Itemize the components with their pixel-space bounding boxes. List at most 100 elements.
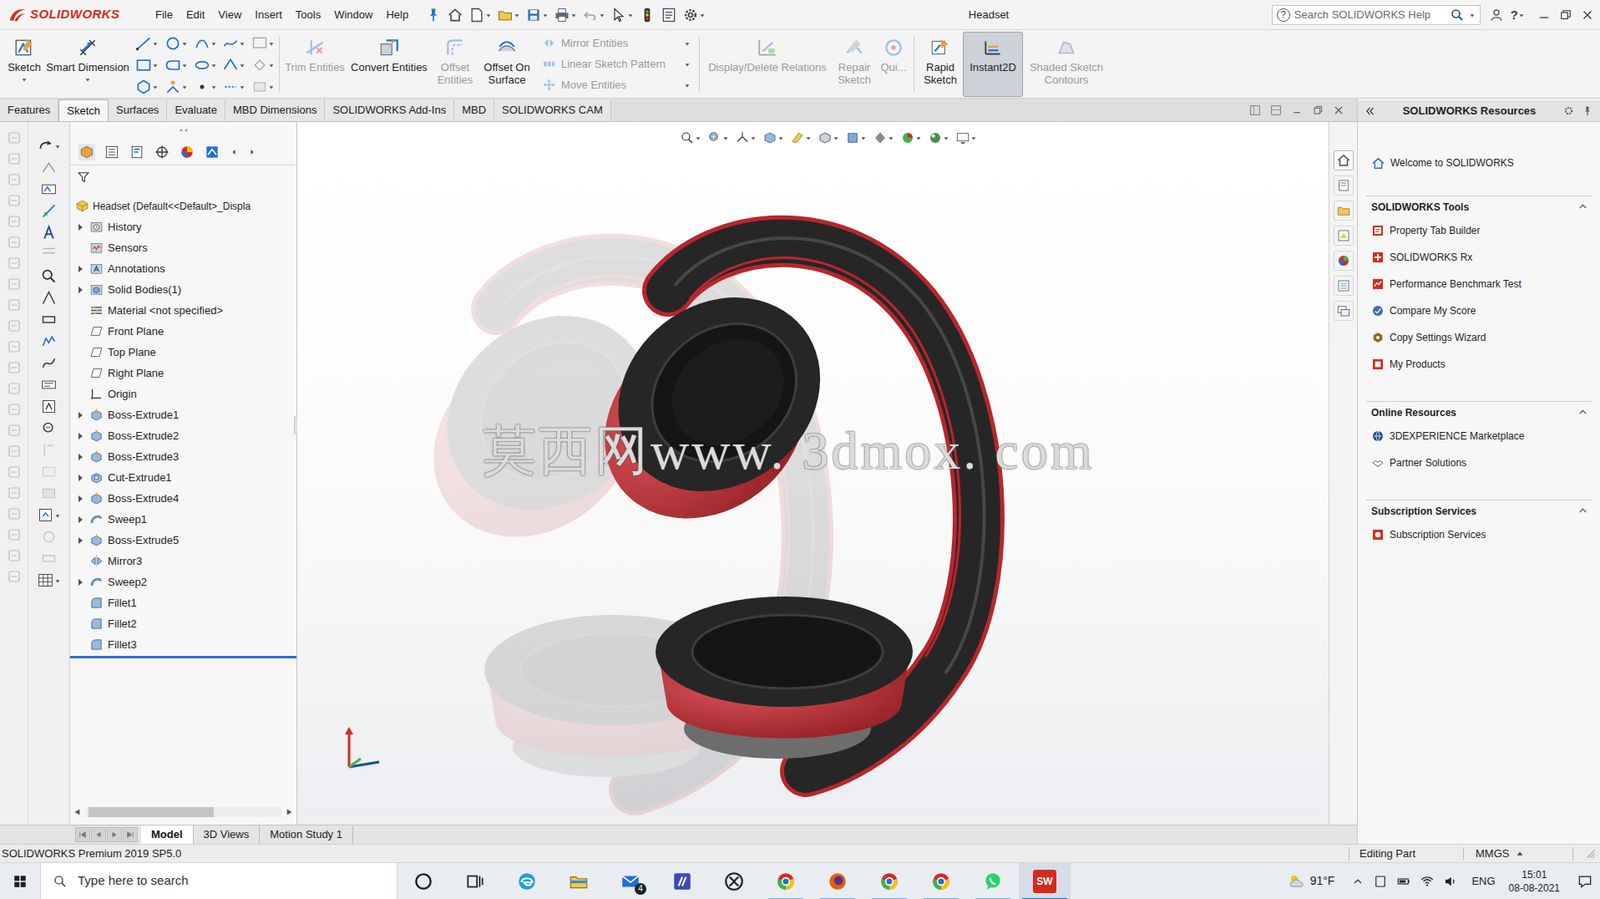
tree-item-label[interactable]: Fillet1 [107, 594, 137, 612]
sketch-tool-icon[interactable] [36, 506, 55, 524]
toolbar-button[interactable] [425, 6, 442, 24]
resource-link[interactable]: My Products [1366, 350, 1592, 378]
welcome-label[interactable]: Welcome to SOLIDWORKS [1390, 155, 1514, 171]
home-icon[interactable] [1371, 156, 1386, 171]
dropdown-icon[interactable] [1468, 10, 1476, 20]
sketch-entity-button[interactable] [222, 56, 247, 74]
view-tool-button[interactable] [845, 130, 867, 146]
sketch-tool-icon[interactable] [40, 375, 58, 394]
resource-icon[interactable] [1371, 277, 1385, 291]
tree-item-label[interactable]: Boss-Extrude1 [107, 406, 179, 424]
dropdown-icon[interactable] [151, 82, 159, 92]
sketch-entity-icon[interactable] [164, 35, 182, 52]
sketch-tool-icon[interactable] [40, 549, 58, 568]
restore-icon[interactable] [1311, 103, 1325, 117]
tree-item[interactable]: Sweep1 [70, 508, 297, 530]
toolbar-button[interactable] [553, 6, 578, 24]
dropdown-icon[interactable] [268, 39, 275, 48]
resource-icon[interactable] [1371, 429, 1385, 443]
user-icon[interactable] [1488, 7, 1504, 23]
resource-label[interactable]: My Products [1389, 356, 1446, 372]
sketch-tool-button[interactable] [40, 310, 58, 329]
sketch-tool-button[interactable] [40, 440, 58, 459]
view-tool-icon[interactable] [927, 130, 943, 146]
sketch-tool-icon[interactable] [40, 245, 58, 264]
resource-icon[interactable] [1371, 357, 1385, 371]
view-tool-icon[interactable] [762, 130, 778, 146]
taskbar-app[interactable] [811, 862, 864, 899]
section-title[interactable]: SOLIDWORKS Tools [1371, 199, 1578, 215]
units-menu-icon[interactable] [1515, 849, 1525, 858]
sketch-entity-icon[interactable] [222, 56, 239, 74]
view-tool-icon[interactable] [734, 130, 750, 146]
tree-filter[interactable] [70, 165, 297, 189]
ribbon-tab[interactable]: MBD Dimensions [225, 99, 325, 122]
taskbar-app[interactable] [501, 862, 553, 899]
resource-icon[interactable] [1371, 330, 1385, 345]
toolbar-button[interactable] [525, 6, 549, 24]
taskbar-app[interactable] [967, 862, 1019, 899]
tree-item-label[interactable]: Boss-Extrude2 [107, 427, 179, 445]
tree-item[interactable]: Sensors [70, 237, 297, 259]
sketch-tool-icon[interactable] [40, 397, 58, 416]
dropdown-icon[interactable] [210, 39, 218, 48]
sketch-tool-icon[interactable] [40, 223, 58, 242]
firefox-icon[interactable] [826, 870, 849, 892]
feature-manager-icon[interactable] [78, 143, 96, 161]
sketch-tool-icon[interactable] [40, 180, 58, 198]
dropdown-icon[interactable] [832, 133, 840, 142]
sketch-entity-button[interactable] [193, 35, 218, 52]
property-manager-icon[interactable] [103, 143, 121, 161]
toolbar-button[interactable] [582, 6, 606, 24]
resource-icon[interactable] [1371, 250, 1385, 264]
horizontal-scrollbar[interactable] [71, 804, 295, 820]
sketch-tool-icon[interactable] [40, 310, 58, 329]
toolbar-button[interactable] [446, 6, 464, 24]
dropdown-icon[interactable] [694, 133, 702, 142]
configuration-manager-icon[interactable] [128, 143, 146, 161]
collapse-chevron-icon[interactable] [1577, 201, 1589, 213]
sketch-entity-icon[interactable] [222, 35, 239, 52]
expand-arrow-icon[interactable] [75, 430, 86, 441]
sketch-entity-icon[interactable] [222, 78, 239, 96]
taskbar-app[interactable] [863, 862, 916, 899]
dropdown-icon[interactable] [749, 133, 757, 142]
tree-item-label[interactable]: Top Plane [107, 344, 157, 361]
dropdown-icon[interactable] [698, 10, 706, 20]
tab-nav-icon[interactable] [75, 826, 91, 842]
scroll-thumb[interactable] [88, 806, 214, 817]
tree-item[interactable]: Solid Bodies(1) [70, 278, 297, 300]
forum-icon[interactable] [1333, 300, 1354, 321]
sketch-entity-button[interactable] [135, 78, 160, 96]
weather-icon[interactable] [1286, 870, 1307, 892]
tab-nav-icon[interactable] [91, 826, 107, 842]
panel-handle[interactable] [70, 121, 297, 139]
rebuild-icon[interactable] [638, 6, 656, 24]
dropdown-icon[interactable] [805, 133, 812, 142]
clock-time[interactable]: 15:01 [1521, 867, 1547, 882]
chrome-profile-icon[interactable] [878, 870, 901, 892]
expand-arrow-icon[interactable] [75, 577, 86, 588]
collapse-chevron-icon[interactable] [1577, 505, 1589, 517]
tree-item[interactable]: Sweep2 [70, 571, 297, 593]
ribbon-button[interactable]: Display/Delete Relations [703, 31, 832, 97]
sketch-tool-button[interactable] [36, 136, 61, 155]
taskbar-app[interactable] [759, 862, 812, 899]
ribbon-tab[interactable]: Sketch [58, 99, 109, 122]
view-tool-button[interactable] [927, 130, 950, 146]
tree-item[interactable]: Mirror3 [70, 550, 297, 572]
task-tool-icon[interactable] [6, 172, 22, 188]
view-tool-button[interactable] [707, 130, 730, 146]
temperature[interactable]: 91°F [1310, 871, 1336, 890]
expand-arrow-icon[interactable] [75, 472, 86, 483]
ribbon-tab[interactable]: SOLIDWORKS Add-Ins [324, 99, 455, 122]
toolbar-button[interactable] [660, 6, 678, 24]
close-icon[interactable] [1579, 7, 1595, 23]
home-icon[interactable] [446, 6, 464, 24]
tree-item[interactable]: Boss-Extrude5 [70, 529, 297, 551]
task-tool-icon[interactable] [6, 401, 22, 417]
help-glyph[interactable]: ? [1510, 8, 1519, 21]
open-folder-icon[interactable] [496, 6, 514, 24]
options-gear-icon[interactable] [682, 6, 699, 24]
view-tool-button[interactable] [789, 130, 812, 146]
